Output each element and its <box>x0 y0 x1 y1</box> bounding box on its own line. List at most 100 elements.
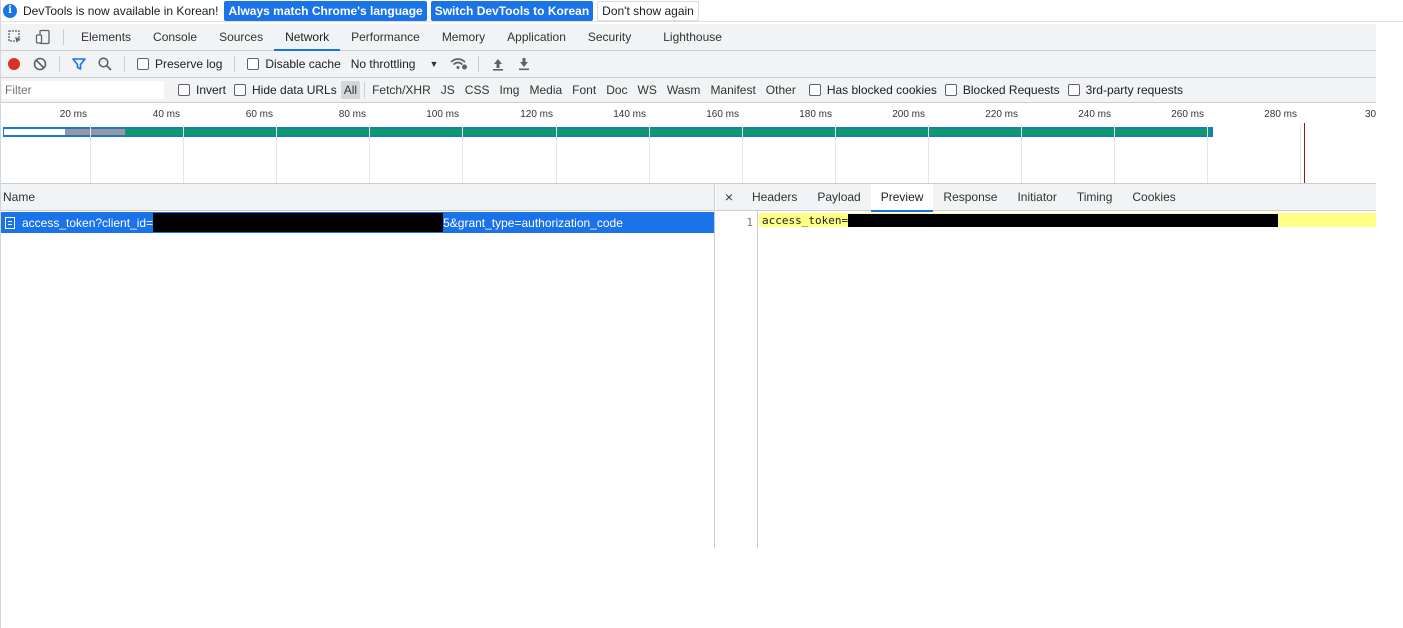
tab-timing[interactable]: Timing <box>1067 184 1123 211</box>
export-har-icon[interactable] <box>511 51 537 77</box>
type-filter-media[interactable]: Media <box>526 81 565 99</box>
invert-label: Invert <box>196 83 227 97</box>
type-filter-doc[interactable]: Doc <box>603 81 630 99</box>
checkbox-box[interactable] <box>1067 84 1080 96</box>
tab-preview[interactable]: Preview <box>870 183 934 212</box>
timeline-tick-label: 200 ms <box>892 109 925 120</box>
timeline-gridline <box>90 125 91 183</box>
timeline-gridline <box>1300 125 1301 183</box>
timeline-gridline <box>742 125 743 183</box>
preview-code-area[interactable]: 1 access_token= <box>716 211 1376 548</box>
tab-payload[interactable]: Payload <box>807 184 870 211</box>
column-header-name[interactable]: Name <box>1 184 714 211</box>
has-blocked-cookies-label: Has blocked cookies <box>826 83 937 97</box>
waterfall-bar-waiting <box>65 129 125 135</box>
document-icon <box>5 216 15 229</box>
network-overview-timeline[interactable]: 20 ms 40 ms 60 ms 80 ms 100 ms 120 ms 140 ms 16… <box>1 103 1376 184</box>
type-filter-ws[interactable]: WS <box>635 81 660 99</box>
divider <box>59 56 60 72</box>
filter-input[interactable] <box>2 81 164 99</box>
tab-cookies[interactable]: Cookies <box>1122 184 1185 211</box>
close-icon[interactable]: × <box>716 189 742 205</box>
dont-show-again-button[interactable]: Don't show again <box>597 0 699 21</box>
table-row[interactable]: access_token?client_id= 5&grant_type=aut… <box>1 212 714 233</box>
inspect-element-icon[interactable] <box>1 24 29 50</box>
timeline-tick-label: 260 ms <box>1171 109 1204 120</box>
timeline-gridline <box>1114 125 1115 183</box>
type-filter-wasm[interactable]: Wasm <box>664 81 704 99</box>
type-filter-css[interactable]: CSS <box>462 81 493 99</box>
checkbox-box[interactable] <box>178 84 190 96</box>
timeline-tick-label: 20 ms <box>59 109 87 120</box>
tab-elements[interactable]: Elements <box>70 24 142 50</box>
waterfall-bar-receive <box>125 129 1211 135</box>
has-blocked-cookies-checkbox[interactable]: Has blocked cookies <box>808 83 937 97</box>
timeline-tick-label: 220 ms <box>985 109 1018 120</box>
type-filter-other[interactable]: Other <box>763 81 799 99</box>
checkbox-box[interactable] <box>808 84 821 96</box>
type-filter-js[interactable]: JS <box>438 81 458 99</box>
info-icon: i <box>3 3 17 18</box>
disable-cache-checkbox[interactable]: Disable cache <box>247 57 341 71</box>
divider <box>124 56 125 72</box>
switch-to-korean-button[interactable]: Switch DevTools to Korean <box>430 0 594 21</box>
clear-icon[interactable] <box>27 51 53 77</box>
blocked-requests-label: Blocked Requests <box>962 83 1060 97</box>
type-filter-font[interactable]: Font <box>569 81 599 99</box>
tab-performance[interactable]: Performance <box>340 24 431 50</box>
preview-code-line: access_token= <box>759 213 1376 227</box>
network-conditions-icon[interactable] <box>446 51 472 77</box>
tab-headers[interactable]: Headers <box>742 184 807 211</box>
redacted-block <box>848 213 1279 227</box>
redacted-block <box>153 213 444 232</box>
preserve-log-checkbox[interactable]: Preserve log <box>137 57 222 71</box>
tab-memory[interactable]: Memory <box>431 24 496 50</box>
device-toolbar-icon[interactable] <box>29 24 57 50</box>
tab-network[interactable]: Network <box>274 24 341 51</box>
filter-icon[interactable] <box>66 51 92 77</box>
checkbox-box[interactable] <box>137 58 149 70</box>
line-number-gutter: 1 <box>716 211 758 548</box>
main-tabbar: Elements Console Sources Network Perform… <box>1 24 1376 51</box>
timeline-tick-label: 40 ms <box>152 109 180 120</box>
checkbox-box[interactable] <box>944 84 957 96</box>
record-icon[interactable] <box>1 51 27 77</box>
timeline-gridline <box>556 125 557 183</box>
type-filter-all[interactable]: All <box>340 81 361 99</box>
tab-response[interactable]: Response <box>933 184 1007 211</box>
request-name-prefix: access_token?client_id= <box>22 215 154 230</box>
blocked-requests-checkbox[interactable]: Blocked Requests <box>944 83 1060 97</box>
import-har-icon[interactable] <box>485 51 511 77</box>
checkbox-box[interactable] <box>247 58 260 70</box>
tab-security[interactable]: Security <box>577 24 642 50</box>
divider <box>234 56 236 72</box>
throttling-select[interactable]: No throttling ▼ <box>351 57 439 71</box>
language-infobar: i DevTools is now available in Korean! A… <box>1 0 1403 22</box>
type-filter-img[interactable]: Img <box>496 81 522 99</box>
timeline-gridline <box>1021 125 1022 183</box>
search-icon[interactable] <box>92 51 118 77</box>
timeline-tick-label: 180 ms <box>799 109 832 120</box>
timeline-gridline <box>649 125 650 183</box>
always-match-language-button[interactable]: Always match Chrome's language <box>224 0 427 21</box>
tab-lighthouse[interactable]: Lighthouse <box>652 24 733 50</box>
tab-console[interactable]: Console <box>142 24 208 50</box>
type-filter-fetch-xhr[interactable]: Fetch/XHR <box>369 81 434 99</box>
type-filter-manifest[interactable]: Manifest <box>707 81 758 99</box>
timeline-tick-label: 140 ms <box>613 109 646 120</box>
timeline-tick-label: 100 ms <box>426 109 459 120</box>
third-party-requests-checkbox[interactable]: 3rd-party requests <box>1067 83 1183 97</box>
timeline-gridline <box>276 125 277 183</box>
divider <box>364 82 366 98</box>
hide-data-urls-checkbox[interactable]: Hide data URLs <box>234 83 337 97</box>
checkbox-box[interactable] <box>234 84 247 96</box>
tab-application[interactable]: Application <box>496 24 577 50</box>
invert-checkbox[interactable]: Invert <box>178 83 226 97</box>
timeline-tick-label: 160 ms <box>706 109 739 120</box>
tab-initiator[interactable]: Initiator <box>1007 184 1066 211</box>
preserve-log-label: Preserve log <box>155 57 223 71</box>
infobar-message: DevTools is now available in Korean! <box>23 3 219 18</box>
tab-sources[interactable]: Sources <box>208 24 274 50</box>
timeline-gridline <box>369 125 370 183</box>
timeline-tick-label: 240 ms <box>1078 109 1111 120</box>
